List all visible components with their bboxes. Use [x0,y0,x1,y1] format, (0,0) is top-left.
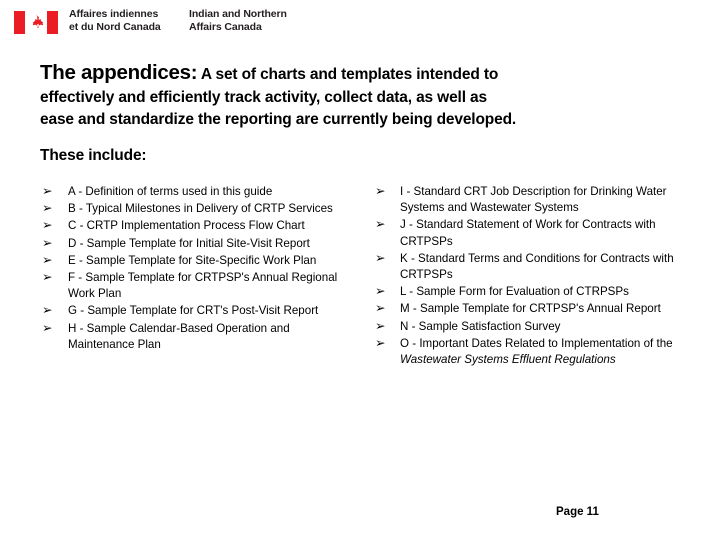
appendix-item-label: J - Standard Statement of Work for Contr… [400,218,656,248]
appendix-list-item: ➢ B - Typical Milestones in Delivery of C… [42,200,354,217]
department-wordmark: Affaires indiennes et du Nord Canada Ind… [69,8,499,40]
appendix-item-label: K - Standard Terms and Conditions for Co… [400,251,674,282]
appendix-list-item: ➢ N - Sample Satisfaction Survey [375,317,683,335]
arrow-bullet-icon: ➢ [42,251,53,267]
arrow-bullet-icon: ➢ [375,249,386,265]
arrow-bullet-icon: ➢ [375,283,386,299]
appendix-item-label: N - Sample Satisfaction Survey [400,319,561,333]
arrow-bullet-icon: ➢ [375,334,386,350]
appendix-list-item: ➢ F - Sample Template for CRTPSP's Annual… [42,269,354,302]
appendix-list-right: ➢ I - Standard CRT Job Description for Dr… [375,183,683,369]
arrow-bullet-icon: ➢ [42,234,53,250]
appendix-item-label: B - Typical Milestones in Delivery of CR… [68,202,333,216]
appendix-list-item: ➢ I - Standard CRT Job Description for Dr… [375,183,683,216]
slide-header: Affaires indiennes et du Nord Canada Ind… [0,0,720,46]
title-line-3: ease and standardize the reporting are c… [40,111,517,128]
arrow-bullet-icon: ➢ [42,217,53,233]
appendix-list-item: ➢ M - Sample Template for CRTPSP's Annual… [375,300,683,317]
slide-title: The appendices: A set of charts and temp… [40,61,680,132]
department-name-fr: Affaires indiennes et du Nord Canada [69,8,161,33]
appendix-item-label: E - Sample Template for Site-Specific Wo… [68,253,317,267]
appendix-item-label: L - Sample Form for Evaluation of CTRPSP… [400,285,629,299]
appendix-item-label: M - Sample Template for CRTPSP's Annual … [400,302,661,316]
appendix-item-label: O - Important Dates Related to Implement… [400,336,673,367]
appendix-item-label: D - Sample Template for Initial Site-Vis… [68,236,310,250]
canada-flag-icon [14,11,58,34]
appendix-item-label: I - Standard CRT Job Description for Dri… [400,185,667,215]
arrow-bullet-icon: ➢ [375,317,386,333]
appendix-list-item: ➢ C - CRTP Implementation Process Flow Ch… [42,217,354,234]
arrow-bullet-icon: ➢ [42,319,53,335]
appendix-list-item: ➢ E - Sample Template for Site-Specific W… [42,251,354,269]
title-lead: The appendices: [40,61,198,84]
appendix-item-label: F - Sample Template for CRTPSP's Annual … [68,271,338,301]
arrow-bullet-icon: ➢ [375,300,386,316]
title-line-2: effectively and efficiently track activi… [40,88,487,106]
appendix-list-item: ➢ A - Definition of terms used in this gu… [42,183,354,200]
title-line-1: The appendices: A set of charts and temp… [40,61,680,87]
page-number: Page 11 [556,506,599,518]
arrow-bullet-icon: ➢ [42,183,53,198]
arrow-bullet-icon: ➢ [42,302,53,318]
appendix-list-item: ➢ O - Important Dates Related to Implemen… [375,334,683,368]
appendix-item-label: H - Sample Calendar-Based Operation and … [68,321,290,351]
these-include-label: These include: [40,147,147,164]
appendix-list-item: ➢ H - Sample Calendar-Based Operation and… [42,319,354,353]
appendix-item-label: A - Definition of terms used in this gui… [68,185,273,198]
department-name-en: Indian and Northern Affairs Canada [189,8,287,33]
appendix-list-item: ➢ G - Sample Template for CRT's Post-Visi… [42,302,354,319]
arrow-bullet-icon: ➢ [375,216,386,232]
appendix-item-label: G - Sample Template for CRT's Post-Visit… [68,304,319,318]
appendix-list-left: ➢ A - Definition of terms used in this gu… [42,183,354,354]
arrow-bullet-icon: ➢ [42,200,53,216]
appendix-list-item: ➢ K - Standard Terms and Conditions for C… [375,249,683,283]
appendix-item-label: C - CRTP Implementation Process Flow Cha… [68,219,305,233]
appendix-list-item: ➢ D - Sample Template for Initial Site-Vi… [42,234,354,252]
title-rest-line-1: A set of charts and templates intended t… [197,66,499,83]
arrow-bullet-icon: ➢ [375,183,386,198]
regulation-title: Wastewater Systems Effluent Regulations [400,353,616,367]
appendix-list-item: ➢ J - Standard Statement of Work for Cont… [375,216,683,249]
appendix-list-item: ➢ L - Sample Form for Evaluation of CTRPS… [375,283,683,300]
arrow-bullet-icon: ➢ [42,269,53,285]
